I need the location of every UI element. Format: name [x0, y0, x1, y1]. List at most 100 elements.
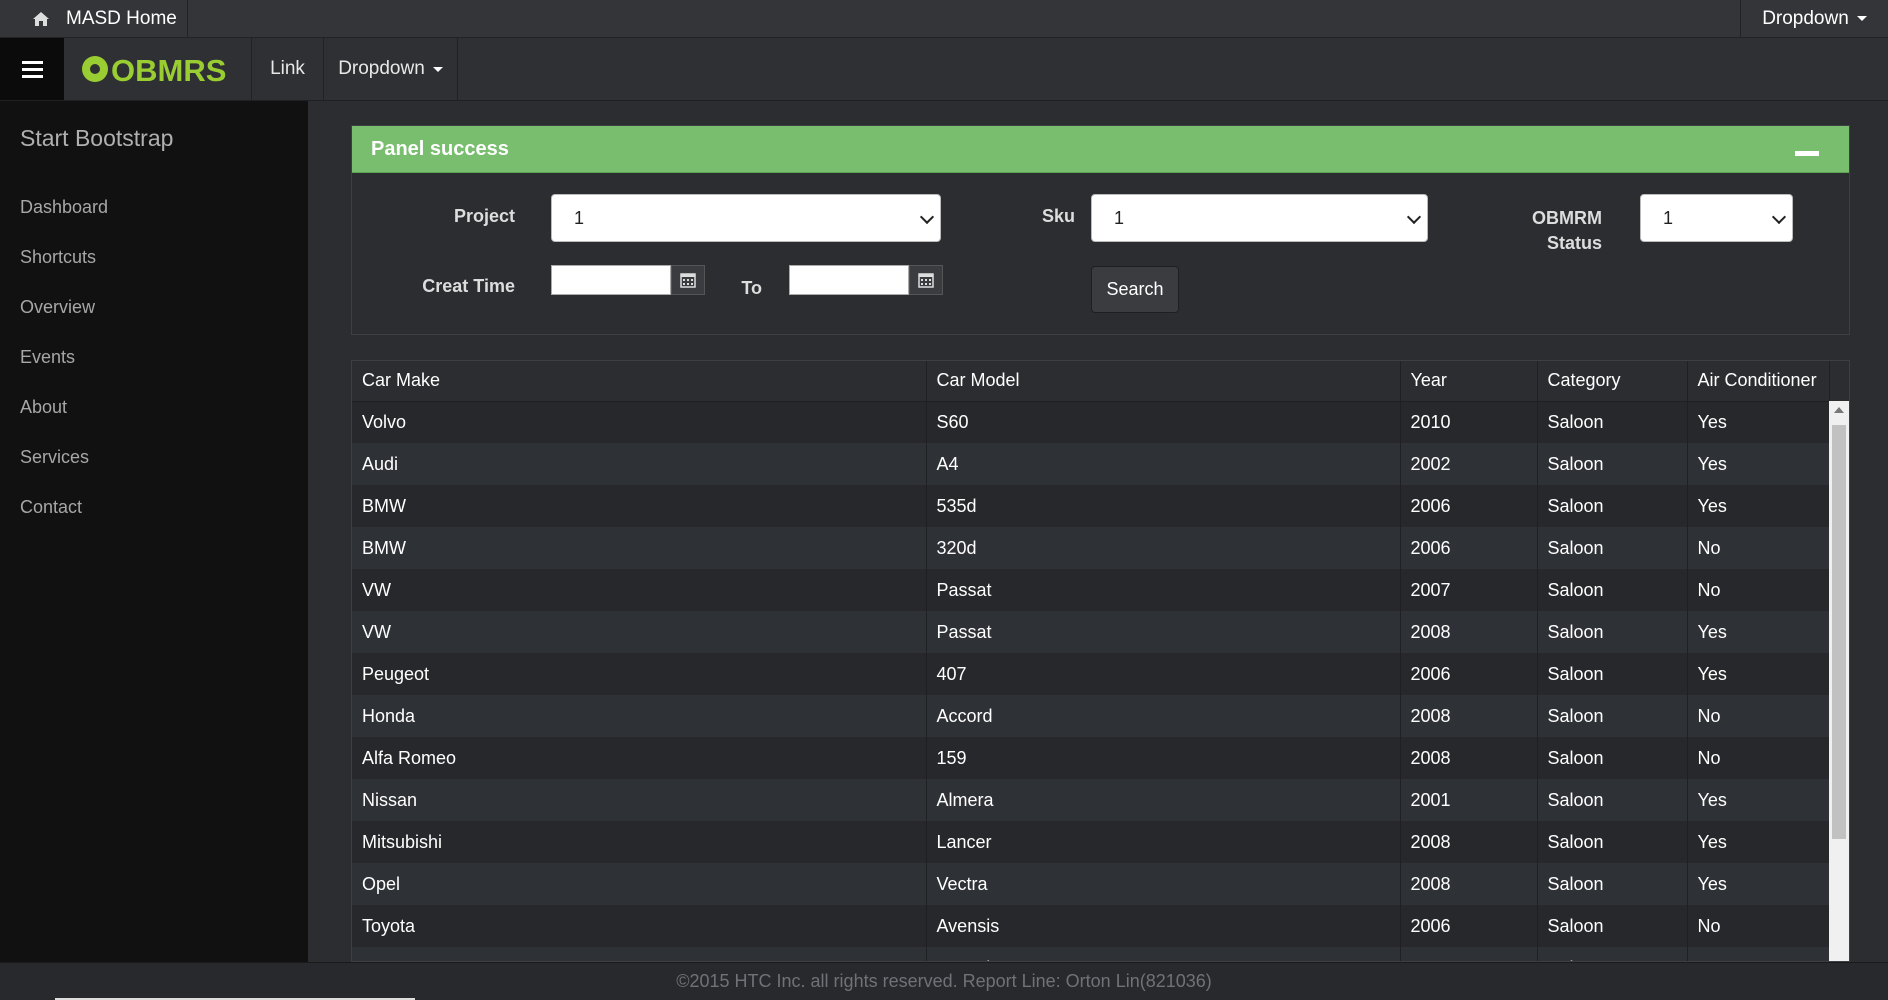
table-cell: Passat: [926, 569, 1401, 611]
table-cell: Yes: [1687, 947, 1830, 961]
sidebar-item-overview[interactable]: Overview: [20, 297, 95, 318]
home-link[interactable]: MASD Home: [16, 0, 188, 37]
nav-dropdown[interactable]: Dropdown: [324, 38, 458, 100]
panel-heading: Panel success: [352, 126, 1849, 173]
scrollbar-thumb[interactable]: [1832, 425, 1846, 839]
calendar-to-button[interactable]: [909, 265, 943, 295]
sidebar-brand[interactable]: Start Bootstrap: [20, 125, 173, 152]
table-row[interactable]: Honda Accord 2008 Saloon No: [352, 695, 1830, 737]
table-cell: Peugeot: [352, 653, 927, 695]
table-row[interactable]: Nissan Almera 2001 Saloon Yes: [352, 779, 1830, 821]
logo-text: OBMRS: [111, 53, 226, 86]
table-cell: 159: [926, 737, 1401, 779]
table-cell: 2006: [1400, 527, 1538, 569]
table-row[interactable]: BMW 535d 2006 Saloon Yes: [352, 485, 1830, 527]
table-scrollbar[interactable]: [1829, 401, 1849, 961]
table-cell: 2002: [1400, 443, 1538, 485]
panel-title: Panel success: [371, 137, 509, 160]
table-cell: Yes: [1687, 401, 1830, 443]
table-cell: Yes: [1687, 611, 1830, 653]
nav-dropdown-label: Dropdown: [338, 58, 425, 79]
nav-link[interactable]: Link: [252, 38, 324, 100]
table-cell: 2007: [1400, 569, 1538, 611]
table-row[interactable]: Volvo S60 2010 Saloon Yes: [352, 401, 1830, 443]
table-cell: Saloon: [1537, 947, 1688, 961]
table-cell: Saloon: [1537, 821, 1688, 863]
sidebar-item-events[interactable]: Events: [20, 347, 75, 368]
table-cell: 407: [926, 653, 1401, 695]
table-cell: Toyota: [352, 947, 927, 961]
table-row[interactable]: Alfa Romeo 159 2008 Saloon No: [352, 737, 1830, 779]
table-cell: Saloon: [1537, 905, 1688, 947]
header-air-conditioner[interactable]: Air Conditioner: [1687, 361, 1830, 402]
creat-time-label: Creat Time: [422, 276, 515, 296]
home-icon: [32, 11, 50, 27]
table-cell: Honda: [352, 695, 927, 737]
logo[interactable]: OBMRS: [64, 38, 252, 100]
table-cell: Opel: [352, 863, 927, 905]
table-row[interactable]: VW Passat 2007 Saloon No: [352, 569, 1830, 611]
header-category[interactable]: Category: [1537, 361, 1688, 402]
top-dropdown[interactable]: Dropdown: [1740, 0, 1888, 37]
table-row[interactable]: Peugeot 407 2006 Saloon Yes: [352, 653, 1830, 695]
chevron-down-icon: [919, 209, 935, 225]
table-row[interactable]: Toyota Avensis 2006 Saloon No: [352, 905, 1830, 947]
table-cell: 2008: [1400, 611, 1538, 653]
menu-toggle-button[interactable]: [0, 38, 64, 100]
top-dropdown-label: Dropdown: [1762, 7, 1849, 29]
sidebar-item-contact[interactable]: Contact: [20, 497, 82, 518]
table-cell: Saloon: [1537, 863, 1688, 905]
table-row[interactable]: ToyotaAvensis2008SaloonYes: [352, 947, 1830, 961]
table-cell: Saloon: [1537, 779, 1688, 821]
table-cell: No: [1687, 569, 1830, 611]
table-cell: Avensis: [926, 905, 1401, 947]
creat-time-from-input[interactable]: [551, 265, 671, 295]
header-car-model[interactable]: Car Model: [926, 361, 1401, 402]
table-cell: Saloon: [1537, 527, 1688, 569]
collapse-minus-icon[interactable]: [1795, 151, 1819, 156]
chevron-down-icon: [1406, 209, 1422, 225]
table-cell: Alfa Romeo: [352, 737, 927, 779]
sidebar-item-shortcuts[interactable]: Shortcuts: [20, 247, 96, 268]
table-cell: Yes: [1687, 653, 1830, 695]
table-body: Volvo S60 2010 Saloon Yes Audi A4 2002 Saloon Yes…: [352, 401, 1830, 961]
sidebar-item-dashboard[interactable]: Dashboard: [20, 197, 108, 218]
calendar-from-button[interactable]: [671, 265, 705, 295]
sidebar-item-services[interactable]: Services: [20, 447, 89, 468]
header-year[interactable]: Year: [1400, 361, 1538, 402]
table-cell: 2008: [1400, 947, 1538, 961]
table-cell: No: [1687, 905, 1830, 947]
table-cell: Yes: [1687, 485, 1830, 527]
table-cell: Saloon: [1537, 485, 1688, 527]
table-cell: Saloon: [1537, 695, 1688, 737]
table-cell: 320d: [926, 527, 1401, 569]
sku-select[interactable]: 1: [1091, 194, 1428, 242]
table-row[interactable]: VW Passat 2008 Saloon Yes: [352, 611, 1830, 653]
table-row[interactable]: Audi A4 2002 Saloon Yes: [352, 443, 1830, 485]
table-header-row: Car Make Car Model Year Category Air Con…: [352, 361, 1830, 402]
creat-time-to-input[interactable]: [789, 265, 909, 295]
project-select-value: 1: [574, 207, 585, 228]
table-cell: No: [1687, 527, 1830, 569]
table-cell: Lancer: [926, 821, 1401, 863]
table-row[interactable]: BMW 320d 2006 Saloon No: [352, 527, 1830, 569]
project-label: Project: [453, 206, 515, 226]
caret-down-icon: [1856, 16, 1867, 21]
footer-text: ©2015 HTC Inc. all rights reserved. Repo…: [676, 971, 1212, 991]
table-cell: Saloon: [1537, 611, 1688, 653]
table-row[interactable]: Mitsubishi Lancer 2008 Saloon Yes: [352, 821, 1830, 863]
scroll-up-icon[interactable]: [1834, 407, 1844, 413]
table-cell: 2010: [1400, 401, 1538, 443]
table-cell: Nissan: [352, 779, 927, 821]
sidebar-item-about[interactable]: About: [20, 397, 67, 418]
table-row[interactable]: Opel Vectra 2008 Saloon Yes: [352, 863, 1830, 905]
table-cell: No: [1687, 737, 1830, 779]
search-button[interactable]: Search: [1091, 266, 1179, 313]
obmrs-logo-icon: OBMRS: [82, 53, 226, 86]
hamburger-icon: [21, 60, 43, 64]
header-car-make[interactable]: Car Make: [352, 361, 927, 402]
table-cell: BMW: [352, 527, 927, 569]
obmrm-status-select[interactable]: 1: [1640, 194, 1793, 242]
table-cell: Saloon: [1537, 737, 1688, 779]
project-select[interactable]: 1: [551, 194, 941, 242]
